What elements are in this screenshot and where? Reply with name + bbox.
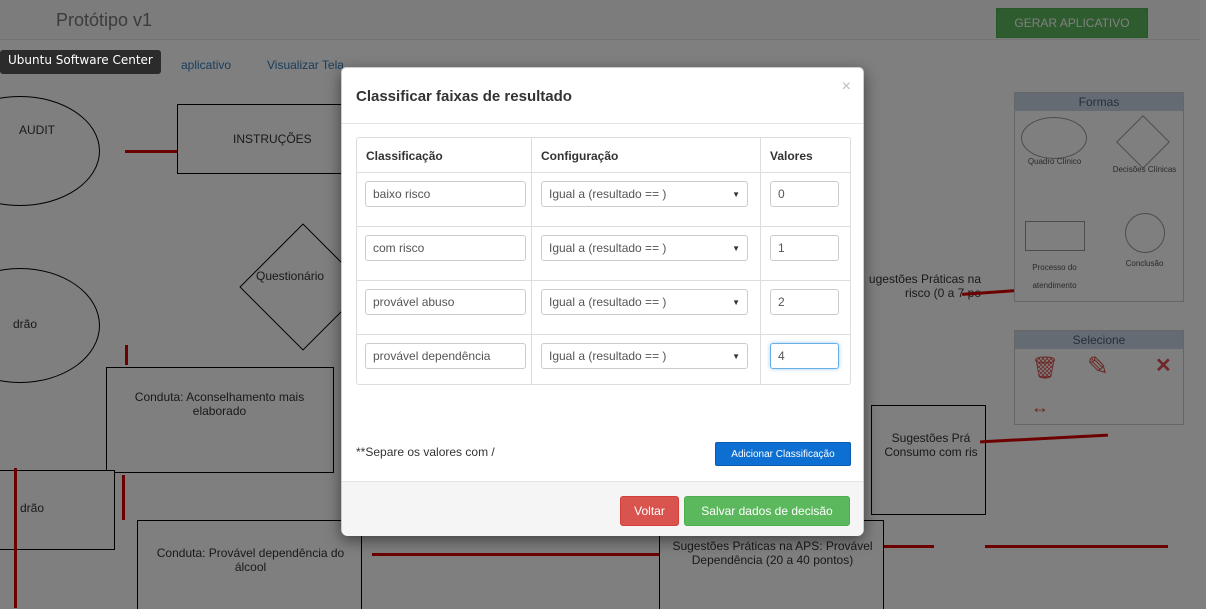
close-icon[interactable]: × — [842, 78, 851, 96]
add-classification-button[interactable]: Adicionar Classificação — [715, 442, 851, 466]
configuration-select-value: Igual a (resultado == ) — [549, 241, 667, 255]
classification-input[interactable]: baixo risco — [365, 181, 526, 207]
back-button[interactable]: Voltar — [620, 496, 679, 526]
column-header-values: Valores — [770, 149, 813, 163]
table-row: baixo risco Igual a (resultado == ) ▼ 0 — [357, 172, 850, 226]
configuration-select-value: Igual a (resultado == ) — [549, 187, 667, 201]
value-input[interactable]: 1 — [770, 235, 839, 261]
save-decision-button[interactable]: Salvar dados de decisão — [684, 496, 850, 526]
value-input[interactable]: 0 — [770, 181, 839, 207]
table-row: provável dependência Igual a (resultado … — [357, 334, 850, 384]
modal-footer: Voltar Salvar dados de decisão — [342, 481, 863, 536]
classification-input[interactable]: provável dependência — [365, 343, 526, 369]
classify-ranges-modal: Classificar faixas de resultado × Classi… — [341, 67, 864, 536]
launcher-tooltip: Ubuntu Software Center — [0, 50, 161, 74]
classification-table: Classificação Configuração Valores baixo… — [356, 137, 851, 385]
chevron-down-icon: ▼ — [732, 351, 740, 361]
classification-input[interactable]: provável abuso — [365, 289, 526, 315]
column-header-configuration: Configuração — [541, 149, 619, 163]
modal-header-divider — [342, 123, 863, 124]
value-input[interactable]: 4 — [770, 343, 839, 369]
value-input[interactable]: 2 — [770, 289, 839, 315]
table-row: provável abuso Igual a (resultado == ) ▼… — [357, 280, 850, 334]
configuration-select[interactable]: Igual a (resultado == ) ▼ — [541, 181, 748, 207]
classification-input[interactable]: com risco — [365, 235, 526, 261]
table-row: com risco Igual a (resultado == ) ▼ 1 — [357, 226, 850, 280]
modal-title: Classificar faixas de resultado — [356, 88, 572, 105]
column-header-classification: Classificação — [366, 149, 443, 163]
separator-note: **Separe os valores com / — [356, 445, 495, 459]
configuration-select-value: Igual a (resultado == ) — [549, 295, 667, 309]
chevron-down-icon: ▼ — [732, 297, 740, 307]
configuration-select[interactable]: Igual a (resultado == ) ▼ — [541, 235, 748, 261]
table-header: Classificação Configuração Valores — [357, 138, 850, 172]
chevron-down-icon: ▼ — [732, 243, 740, 253]
configuration-select-value: Igual a (resultado == ) — [549, 349, 667, 363]
configuration-select[interactable]: Igual a (resultado == ) ▼ — [541, 343, 748, 369]
chevron-down-icon: ▼ — [732, 189, 740, 199]
configuration-select[interactable]: Igual a (resultado == ) ▼ — [541, 289, 748, 315]
